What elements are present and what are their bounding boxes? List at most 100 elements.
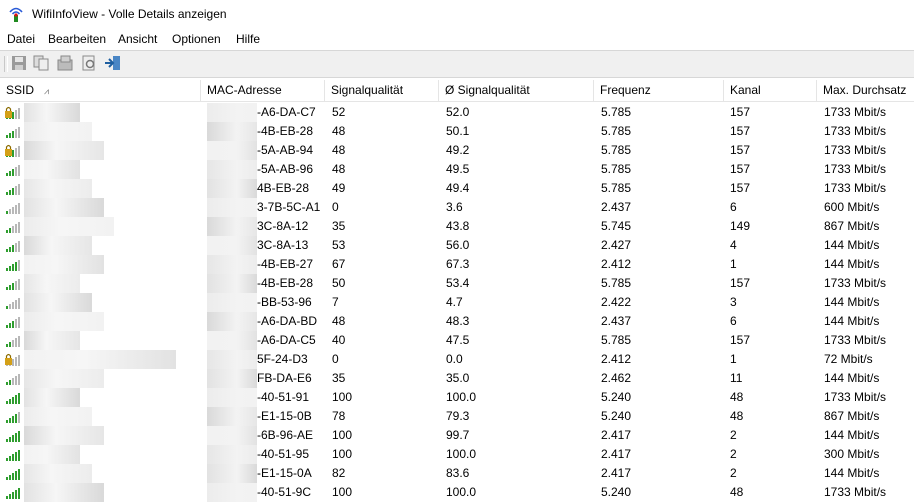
table-row[interactable]: 3C-8A-12 35 43.8 5.745 149 867 Mbit/s — [0, 217, 914, 236]
col-frequency[interactable]: Frequenz — [594, 80, 724, 101]
table-row[interactable]: -BB-53-96 7 4.7 2.422 3 144 Mbit/s — [0, 293, 914, 312]
frequency-cell: 2.412 — [601, 352, 632, 366]
table-row[interactable]: 3-7B-5C-A1 0 3.6 2.437 6 600 Mbit/s — [0, 198, 914, 217]
table-row[interactable]: -40-51-91 100 100.0 5.240 48 1733 Mbit/s — [0, 388, 914, 407]
mac-redacted — [207, 426, 257, 445]
table-row[interactable]: 5F-24-D3 0 0.0 2.412 1 72 Mbit/s — [0, 350, 914, 369]
exit-icon[interactable] — [104, 54, 122, 72]
ssid-redacted — [24, 407, 92, 426]
mac-cell: -5A-AB-94 — [257, 143, 314, 157]
signal-cell: 40 — [332, 333, 346, 347]
window-title: WifiInfoView - Volle Details anzeigen — [32, 7, 227, 21]
channel-cell: 3 — [730, 295, 737, 309]
signal-cell: 49 — [332, 181, 346, 195]
mac-cell: -E1-15-0A — [257, 466, 312, 480]
table-row[interactable]: -40-51-9C 100 100.0 5.240 48 1733 Mbit/s — [0, 483, 914, 502]
col-avg-signal[interactable]: Ø Signalqualität — [439, 80, 594, 101]
frequency-cell: 5.785 — [601, 162, 632, 176]
menu-hilfe[interactable]: Hilfe — [236, 32, 260, 46]
avg-signal-cell: 49.5 — [446, 162, 470, 176]
mac-redacted — [207, 217, 257, 236]
frequency-cell: 5.785 — [601, 124, 632, 138]
menu-bearbeiten[interactable]: Bearbeiten — [48, 32, 106, 46]
avg-signal-cell: 67.3 — [446, 257, 470, 271]
col-signal[interactable]: Signalqualität — [325, 80, 439, 101]
ssid-redacted — [24, 369, 104, 388]
signal-strength-icon — [6, 203, 20, 214]
table-row[interactable]: -6B-96-AE 100 99.7 2.417 2 144 Mbit/s — [0, 426, 914, 445]
avg-signal-cell: 47.5 — [446, 333, 470, 347]
frequency-cell: 2.462 — [601, 371, 632, 385]
signal-cell: 50 — [332, 276, 346, 290]
menu-ansicht[interactable]: Ansicht — [118, 32, 157, 46]
ssid-redacted — [24, 236, 92, 255]
channel-cell: 11 — [730, 371, 743, 385]
menu-optionen[interactable]: Optionen — [172, 32, 221, 46]
lock-signal-icon — [5, 144, 20, 157]
frequency-cell: 2.422 — [601, 295, 632, 309]
max-rate-cell: 1733 Mbit/s — [824, 124, 887, 138]
mac-redacted — [207, 407, 257, 426]
copy-icon[interactable] — [32, 54, 50, 72]
signal-cell: 48 — [332, 124, 346, 138]
table-row[interactable]: -5A-AB-94 48 49.2 5.785 157 1733 Mbit/s — [0, 141, 914, 160]
table-row[interactable]: -E1-15-0B 78 79.3 5.240 48 867 Mbit/s — [0, 407, 914, 426]
ssid-redacted — [24, 388, 80, 407]
signal-strength-icon — [6, 431, 20, 442]
mac-cell: -E1-15-0B — [257, 409, 312, 423]
ssid-redacted — [24, 179, 92, 198]
max-rate-cell: 72 Mbit/s — [824, 352, 873, 366]
col-ssid[interactable]: SSID ⩘ — [0, 80, 201, 101]
frequency-cell: 5.240 — [601, 409, 632, 423]
mac-redacted — [207, 464, 257, 483]
table-row[interactable]: -E1-15-0A 82 83.6 2.417 2 144 Mbit/s — [0, 464, 914, 483]
avg-signal-cell: 0.0 — [446, 352, 463, 366]
menu-datei[interactable]: Datei — [7, 32, 35, 46]
table-row[interactable]: -5A-AB-96 48 49.5 5.785 157 1733 Mbit/s — [0, 160, 914, 179]
channel-cell: 149 — [730, 219, 751, 233]
avg-signal-cell: 83.6 — [446, 466, 470, 480]
table-row[interactable]: -A6-DA-C5 40 47.5 5.785 157 1733 Mbit/s — [0, 331, 914, 350]
signal-cell: 82 — [332, 466, 346, 480]
mac-redacted — [207, 388, 257, 407]
signal-cell: 0 — [332, 200, 339, 214]
max-rate-cell: 1733 Mbit/s — [824, 333, 887, 347]
signal-cell: 100 — [332, 447, 353, 461]
channel-cell: 157 — [730, 143, 751, 157]
find-icon[interactable] — [80, 54, 98, 72]
mac-redacted — [207, 369, 257, 388]
mac-redacted — [207, 312, 257, 331]
table-row[interactable]: -A6-DA-BD 48 48.3 2.437 6 144 Mbit/s — [0, 312, 914, 331]
avg-signal-cell: 4.7 — [446, 295, 463, 309]
table-row[interactable]: 4B-EB-28 49 49.4 5.785 157 1733 Mbit/s — [0, 179, 914, 198]
save-icon[interactable] — [10, 54, 28, 72]
avg-signal-cell: 56.0 — [446, 238, 470, 252]
max-rate-cell: 144 Mbit/s — [824, 295, 880, 309]
col-mac[interactable]: MAC-Adresse — [201, 80, 325, 101]
ssid-redacted — [24, 217, 114, 236]
frequency-cell: 2.417 — [601, 447, 632, 461]
frequency-cell: 5.240 — [601, 390, 632, 404]
table-row[interactable]: -4B-EB-27 67 67.3 2.412 1 144 Mbit/s — [0, 255, 914, 274]
mac-redacted — [207, 141, 257, 160]
col-max-rate[interactable]: Max. Durchsatz — [817, 80, 914, 101]
table-row[interactable]: 3C-8A-13 53 56.0 2.427 4 144 Mbit/s — [0, 236, 914, 255]
ssid-redacted — [24, 141, 104, 160]
title-bar: WifiInfoView - Volle Details anzeigen — [0, 0, 914, 28]
signal-strength-icon — [6, 393, 20, 404]
table-row[interactable]: FB-DA-E6 35 35.0 2.462 11 144 Mbit/s — [0, 369, 914, 388]
mac-cell: -4B-EB-28 — [257, 276, 314, 290]
table-row[interactable]: -4B-EB-28 48 50.1 5.785 157 1733 Mbit/s — [0, 122, 914, 141]
table-row[interactable]: -40-51-95 100 100.0 2.417 2 300 Mbit/s — [0, 445, 914, 464]
frequency-cell: 2.417 — [601, 466, 632, 480]
col-channel[interactable]: Kanal — [724, 80, 817, 101]
mac-cell: -40-51-9C — [257, 485, 312, 499]
frequency-cell: 5.240 — [601, 485, 632, 499]
avg-signal-cell: 3.6 — [446, 200, 463, 214]
table-row[interactable]: -4B-EB-28 50 53.4 5.785 157 1733 Mbit/s — [0, 274, 914, 293]
table-row[interactable]: -A6-DA-C7 52 52.0 5.785 157 1733 Mbit/s — [0, 103, 914, 122]
frequency-cell: 5.785 — [601, 276, 632, 290]
properties-icon[interactable] — [56, 54, 74, 72]
column-header: SSID ⩘ MAC-Adresse Signalqualität Ø Signa… — [0, 80, 914, 102]
max-rate-cell: 144 Mbit/s — [824, 371, 880, 385]
